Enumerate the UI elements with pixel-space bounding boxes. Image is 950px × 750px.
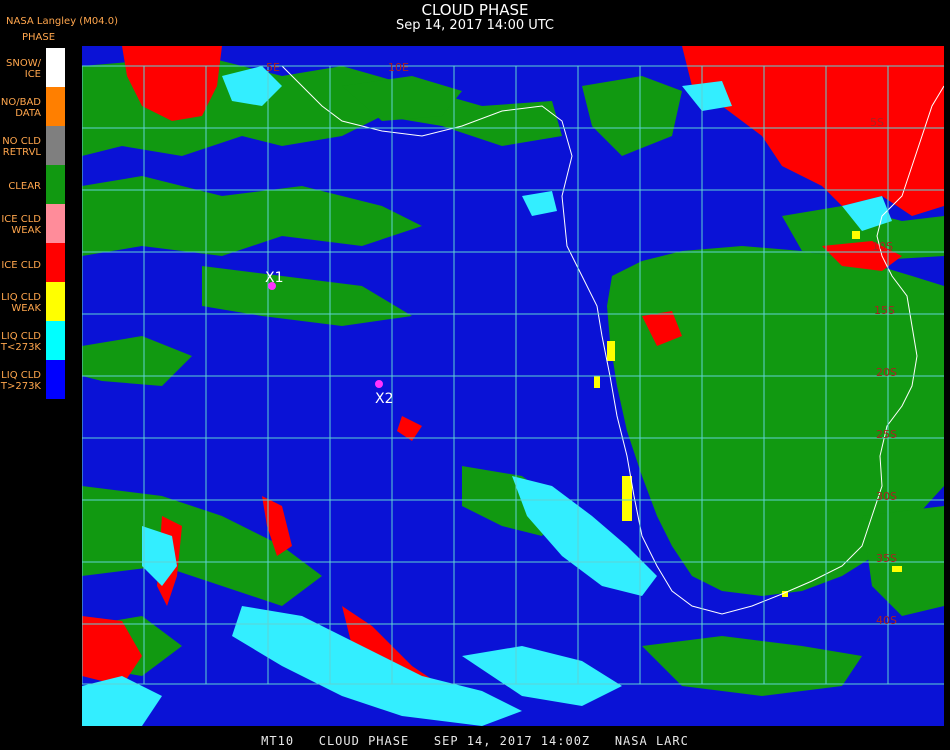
legend-swatch-liq-cld-warm [46, 360, 65, 399]
legend-label-liq-cld-warm: LIQ CLD T>273K [0, 370, 41, 392]
header: CLOUD PHASE Sep 14, 2017 14:00 UTC NASA … [0, 0, 950, 36]
legend-swatch-ice-cld [46, 243, 65, 282]
marker-x1-label: X1 [265, 270, 284, 286]
grid-label-lat-40s: 40S [876, 614, 897, 627]
marker-x2-dot [375, 380, 383, 388]
legend-label-no-bad-data: NO/BAD DATA [0, 97, 41, 119]
legend-swatch-clear [46, 165, 65, 204]
legend-swatch-no-cld-retrvl [46, 126, 65, 165]
legend-label-ice-cld-weak: ICE CLD WEAK [1, 214, 41, 236]
grid-label-lat-10s: 10S [872, 240, 893, 253]
legend-swatch-snow-ice [46, 48, 65, 87]
legend-swatch-liq-cld-cold [46, 321, 65, 360]
grid-label-lat-30s: 30S [876, 490, 897, 503]
source-label: NASA Langley (M04.0) [6, 16, 118, 27]
legend-swatch-liq-cld-weak [46, 282, 65, 321]
marker-x2-label: X2 [375, 391, 394, 407]
page-title: CLOUD PHASE [421, 1, 529, 19]
legend-label-liq-cld-weak: LIQ CLD WEAK [1, 292, 41, 314]
legend-label-clear: CLEAR [8, 181, 41, 192]
grid-label-lon-10e: 10E [388, 61, 409, 74]
grid-label-lon-5e: 5E [266, 61, 280, 74]
grid-label-lat-35s: 35S [876, 552, 897, 565]
map-canvas: 5E 10E 5S 10S 15S 20S 25S 30S 35S 40S X1… [82, 46, 944, 726]
legend-swatch-ice-cld-weak [46, 204, 65, 243]
legend-label-no-cld-retrvl: NO CLD RETRVL [2, 136, 41, 158]
grid-label-lat-25s: 25S [876, 428, 897, 441]
footer-caption: MT10 CLOUD PHASE SEP 14, 2017 14:00Z NAS… [261, 734, 689, 748]
cloud-phase-map[interactable]: 5E 10E 5S 10S 15S 20S 25S 30S 35S 40S X1… [82, 46, 944, 726]
grid-label-lat-15s: 15S [874, 304, 895, 317]
grid-label-lat-5s: 5S [870, 116, 884, 129]
grid-label-lat-20s: 20S [876, 366, 897, 379]
legend-title: PHASE [22, 32, 56, 43]
legend-label-liq-cld-cold: LIQ CLD T<273K [0, 331, 41, 353]
page-subtitle: Sep 14, 2017 14:00 UTC [395, 18, 555, 33]
legend-label-snow-ice: SNOW/ICE [6, 58, 41, 80]
legend-swatch-no-bad-data [46, 87, 65, 126]
legend-label-ice-cld: ICE CLD [1, 260, 41, 271]
